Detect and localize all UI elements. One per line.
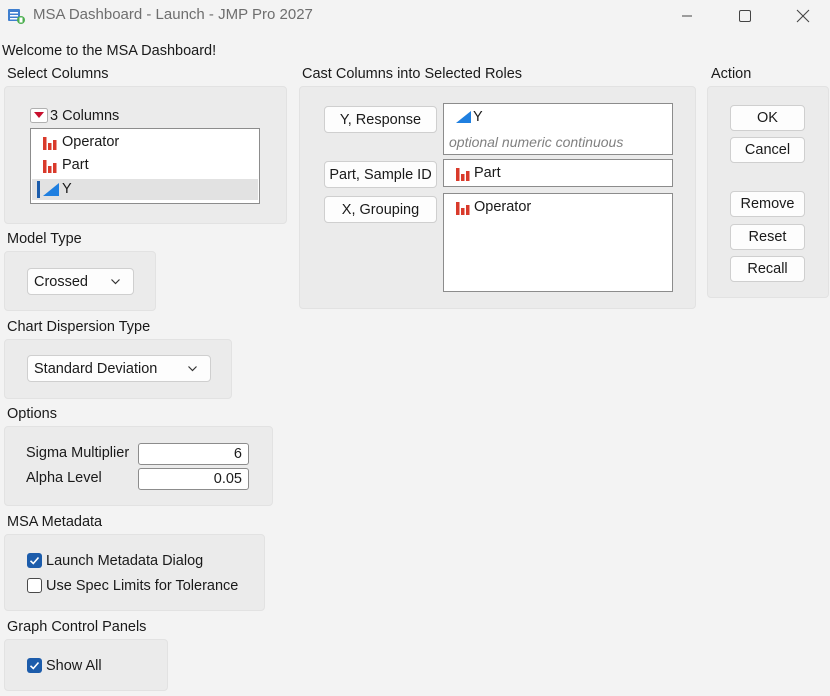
y-response-hint: optional numeric continuous [449,134,624,150]
window-title: MSA Dashboard - Launch - JMP Pro 2027 [33,6,313,23]
checkmark-icon [29,556,40,565]
chevron-down-icon [188,366,197,372]
checkmark-icon [29,661,40,670]
recall-button[interactable]: Recall [730,256,805,282]
launch-metadata-checkbox[interactable] [27,553,42,568]
options-panel [4,426,273,506]
cancel-button[interactable]: Cancel [730,137,805,163]
nominal-bar-icon [43,137,57,150]
nominal-bar-icon [456,202,470,215]
msa-metadata-header: MSA Metadata [7,514,103,530]
maximize-button[interactable] [716,0,774,32]
maximize-icon [739,10,751,22]
select-columns-header: Select Columns [7,66,109,82]
part-sample-id-field[interactable]: Part [443,159,673,187]
alpha-level-label: Alpha Level [26,470,102,486]
show-all-label: Show All [46,657,102,674]
model-type-value: Crossed [34,273,88,290]
continuous-triangle-icon [456,111,471,123]
reset-button[interactable]: Reset [730,224,805,250]
column-item-part[interactable]: Part [32,154,258,176]
model-type-header: Model Type [7,231,82,247]
column-item-y[interactable]: Y [32,179,258,200]
y-response-value: Y [473,109,483,125]
ok-button[interactable]: OK [730,105,805,131]
jmp-app-icon [7,7,26,25]
x-grouping-field[interactable]: Operator [443,193,673,292]
model-type-dropdown[interactable]: Crossed [27,268,134,295]
spec-limits-checkbox[interactable] [27,578,42,593]
columns-listbox[interactable]: Operator Part Y [30,128,260,204]
chevron-down-icon [111,279,120,285]
part-sample-id-value: Part [474,165,501,181]
remove-button[interactable]: Remove [730,191,805,217]
action-header: Action [711,66,752,82]
msa-metadata-panel [4,534,265,611]
show-all-row[interactable]: Show All [27,654,102,677]
part-sample-id-button[interactable]: Part, Sample ID [324,161,437,188]
launch-metadata-row[interactable]: Launch Metadata Dialog [27,549,203,572]
chart-dispersion-header: Chart Dispersion Type [7,319,151,335]
x-grouping-value: Operator [474,199,532,215]
column-name: Operator [62,134,120,150]
chart-dispersion-value: Standard Deviation [34,360,158,377]
close-icon [796,9,810,23]
spec-limits-row[interactable]: Use Spec Limits for Tolerance [27,574,238,597]
column-item-operator[interactable]: Operator [32,131,258,153]
graph-control-header: Graph Control Panels [7,619,147,635]
cast-columns-header: Cast Columns into Selected Roles [302,66,523,82]
y-response-field[interactable]: Y optional numeric continuous [443,103,673,155]
minimize-button[interactable] [658,0,716,32]
continuous-triangle-icon [43,183,59,196]
welcome-text: Welcome to the MSA Dashboard! [2,43,217,59]
red-triangle-menu-icon [30,108,48,123]
column-name: Y [62,181,72,197]
spec-limits-label: Use Spec Limits for Tolerance [46,577,239,594]
y-response-button[interactable]: Y, Response [324,106,437,133]
sigma-multiplier-label: Sigma Multiplier [26,445,130,461]
x-grouping-button[interactable]: X, Grouping [324,196,437,223]
nominal-bar-icon [43,160,57,173]
chart-dispersion-dropdown[interactable]: Standard Deviation [27,355,211,382]
launch-metadata-label: Launch Metadata Dialog [46,552,204,569]
show-all-checkbox[interactable] [27,658,42,673]
alpha-level-input[interactable]: 0.05 [138,468,249,490]
column-name: Part [62,157,89,173]
columns-count-label: 3 Columns [50,108,120,124]
nominal-bar-icon [456,168,470,181]
columns-dropdown-toggle[interactable] [30,108,50,123]
sigma-multiplier-input[interactable]: 6 [138,443,249,465]
minimize-icon [682,15,692,17]
selection-indicator [37,181,40,198]
close-button[interactable] [774,0,830,32]
options-header: Options [7,406,57,422]
